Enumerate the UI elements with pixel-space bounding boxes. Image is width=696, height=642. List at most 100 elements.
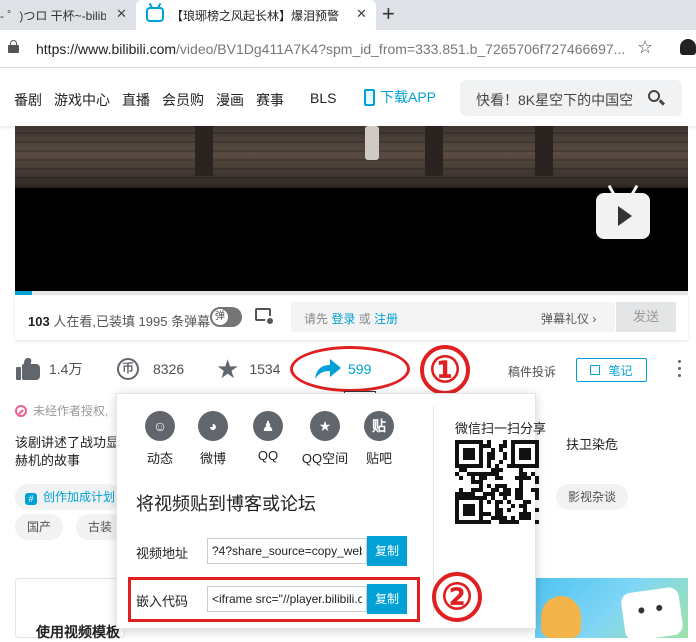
annotation-circle-share xyxy=(290,346,410,392)
share-qq-button[interactable]: ♟ QQ xyxy=(243,411,293,463)
video-progress-bar[interactable] xyxy=(15,291,688,295)
tag-creator-plan[interactable]: # 创作加成计划 xyxy=(15,484,121,510)
tab-title: 【琅琊榜之风起长林】爆泪预警 xyxy=(171,8,340,23)
nav-item-mall[interactable]: 会员购 xyxy=(162,90,204,110)
video-description: 该剧讲述了战功显赫机的故事 xyxy=(15,435,120,468)
recommend-title: 使用视频模板 xyxy=(36,624,120,640)
progress-fill xyxy=(15,291,32,295)
ban-icon xyxy=(15,405,27,417)
send-danmaku-button[interactable]: 发送 xyxy=(616,302,676,332)
danmaku-hint: 请先 登录 或 注册 xyxy=(304,310,398,327)
note-button[interactable]: 笔记 xyxy=(576,358,647,382)
annotation-rect-embed xyxy=(128,577,420,622)
bookmark-star-icon[interactable]: ☆ xyxy=(637,37,653,58)
like-count: 1.4万 xyxy=(49,361,83,377)
phone-icon xyxy=(364,88,375,106)
side-text: 扶卫染危 xyxy=(566,437,619,452)
hint-prefix: 请先 xyxy=(304,312,329,326)
browser-tab-bar: - ゜)つロ 干杯~-bilibi ✕ 【琅琊榜之风起长林】爆泪预警 ✕ + xyxy=(0,0,696,30)
qzone-icon: ★ xyxy=(310,411,340,441)
report-link[interactable]: 稿件投诉 xyxy=(508,363,556,380)
favorite-count: 1534 xyxy=(249,361,281,377)
tag-domestic[interactable]: 国产 xyxy=(15,514,64,540)
new-tab-plus-icon[interactable]: + xyxy=(382,2,395,26)
close-tab-icon[interactable]: ✕ xyxy=(356,6,367,22)
danmaku-toggle[interactable]: 弹 xyxy=(210,307,242,327)
weibo-icon: ◕ xyxy=(198,411,228,441)
thumbs-up-icon xyxy=(16,358,40,380)
share-weibo-label: 微博 xyxy=(199,451,226,466)
coin-icon: 币 xyxy=(117,358,139,380)
favorite-button[interactable]: ★ 1534 xyxy=(216,356,280,382)
address-bar: https://www.bilibili.com/video/BV1Dg411A… xyxy=(0,30,696,68)
bilibili-tv-mascot-icon xyxy=(619,586,685,638)
danmaku-input[interactable]: 请先 登录 或 注册 弹幕礼仪 › xyxy=(291,302,615,332)
nav-item-game-center[interactable]: 游戏中心 xyxy=(54,90,110,110)
download-app-link[interactable]: 下载APP xyxy=(364,87,436,107)
nav-item-live[interactable]: 直播 xyxy=(122,90,150,110)
coin-button[interactable]: 币 8326 xyxy=(117,356,184,382)
url-host: https://www.bilibili.com xyxy=(36,41,177,57)
coin-count: 8326 xyxy=(153,361,185,377)
site-nav: 番剧 游戏中心 直播 会员购 漫画 赛事 BLS 下载APP 快看！8K星空下的… xyxy=(0,68,696,126)
video-url-label: 视频地址 xyxy=(136,546,189,561)
share-qzone-label: QQ空间 xyxy=(301,451,349,466)
share-weibo-button[interactable]: ◕ 微博 xyxy=(188,411,238,467)
more-options-icon[interactable] xyxy=(678,358,682,378)
danmaku-bar: 103 人在看,已装填 1995 条弹幕 弹 请先 登录 或 注册 弹幕礼仪 ›… xyxy=(15,296,688,340)
qq-icon: ♟ xyxy=(253,411,283,441)
copy-url-button[interactable]: 复制 xyxy=(367,536,407,566)
login-link[interactable]: 登录 xyxy=(331,312,355,326)
recommend-card[interactable]: 使用视频模板 xyxy=(15,578,125,640)
nav-item-esports[interactable]: 赛事 xyxy=(256,90,284,110)
ad-banner[interactable] xyxy=(535,578,688,638)
search-box[interactable]: 快看！8K星空下的中国空 xyxy=(460,80,682,116)
nav-item-manga[interactable]: 漫画 xyxy=(216,90,244,110)
danmaku-toggle-knob: 弹 xyxy=(212,309,228,325)
hash-icon: # xyxy=(25,493,37,505)
tag-plan-label: 创作加成计划 xyxy=(43,490,116,504)
tag-film-talk[interactable]: 影视杂谈 xyxy=(556,484,629,510)
mascot-image xyxy=(541,596,581,638)
register-link[interactable]: 注册 xyxy=(374,312,398,326)
star-icon: ★ xyxy=(216,354,240,384)
share-dynamic-label: 动态 xyxy=(146,451,173,466)
note-label: 笔记 xyxy=(608,363,633,378)
search-input[interactable]: 快看！8K星空下的中国空 xyxy=(476,90,638,110)
share-qq-label: QQ xyxy=(257,448,279,463)
like-button[interactable]: 1.4万 xyxy=(16,356,82,382)
wechat-share-title: 微信扫一扫分享 xyxy=(455,421,547,436)
share-qzone-button[interactable]: ★ QQ空间 xyxy=(300,411,350,467)
danmaku-settings-icon[interactable] xyxy=(255,308,275,326)
bilibili-tv-icon xyxy=(146,7,164,22)
profile-icon[interactable] xyxy=(680,39,696,55)
viewer-number: 103 xyxy=(28,314,50,329)
browser-tab-1[interactable]: - ゜)つロ 干杯~-bilibi ✕ xyxy=(0,0,136,30)
search-icon[interactable] xyxy=(646,88,666,108)
danmaku-etiquette-link[interactable]: 弹幕礼仪 › xyxy=(541,310,596,327)
annotation-number-2: ② xyxy=(432,572,482,622)
viewer-text: 人在看,已装填 1995 条弹幕 xyxy=(53,314,211,329)
note-pen-icon xyxy=(590,365,601,375)
download-app-label: 下载APP xyxy=(380,89,437,105)
share-dynamic-button[interactable]: ☺ 动态 xyxy=(135,411,185,467)
close-tab-icon[interactable]: ✕ xyxy=(116,6,127,22)
lock-icon[interactable] xyxy=(8,40,19,53)
video-player[interactable] xyxy=(15,126,688,293)
nav-item-bangumi[interactable]: 番剧 xyxy=(14,90,42,110)
annotation-number-1: ① xyxy=(420,345,470,395)
tab-title: - ゜)つロ 干杯~-bilibi xyxy=(0,8,106,23)
nav-item-bls[interactable]: BLS xyxy=(310,90,336,106)
browser-tab-2-active[interactable]: 【琅琊榜之风起长林】爆泪预警 ✕ xyxy=(136,0,376,30)
no-reprint-text: 未经作者授权, xyxy=(33,404,109,418)
video-frame xyxy=(15,126,688,188)
play-button-icon[interactable] xyxy=(596,193,650,239)
url-path: /video/BV1Dg411A7K4?spm_id_from=333.851.… xyxy=(176,41,626,57)
no-reprint-notice: 未经作者授权, xyxy=(15,402,108,419)
hint-or: 或 xyxy=(358,312,371,326)
share-tieba-button[interactable]: 贴 贴吧 xyxy=(354,411,404,467)
dynamic-icon: ☺ xyxy=(145,411,175,441)
url-field[interactable]: https://www.bilibili.com/video/BV1Dg411A… xyxy=(36,41,626,57)
wechat-qr-code[interactable] xyxy=(455,440,539,524)
video-url-field[interactable] xyxy=(207,538,367,564)
